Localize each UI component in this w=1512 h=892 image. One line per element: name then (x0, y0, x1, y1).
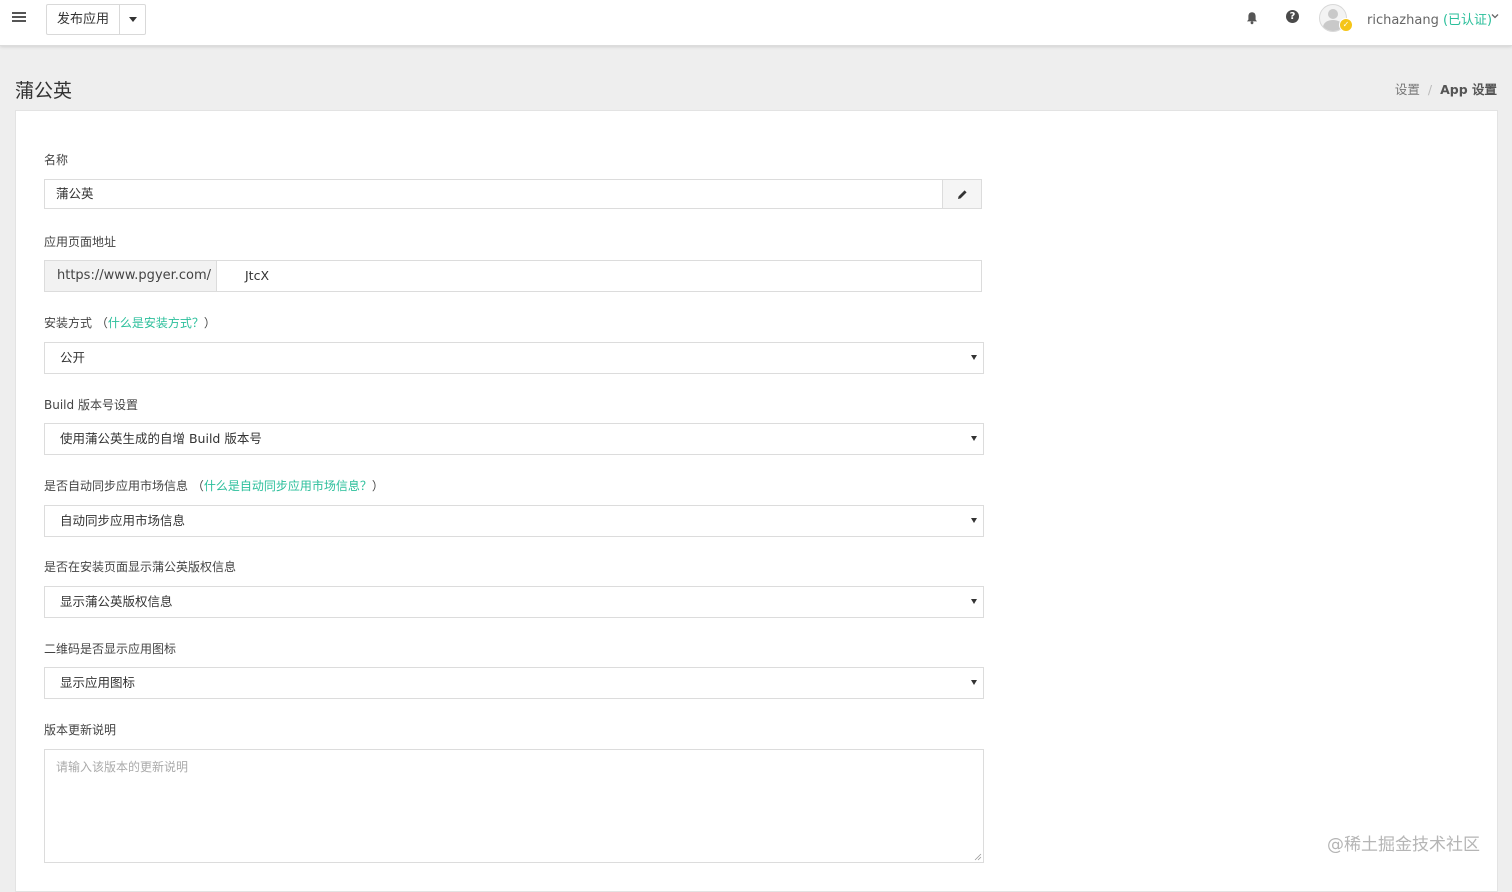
publish-dropdown-toggle[interactable] (119, 5, 145, 34)
name-field[interactable]: 蒲公英 (44, 179, 982, 209)
app-url-field[interactable]: https://www.pgyer.com/ JtcX (44, 260, 982, 292)
build-version-select[interactable]: 使用蒲公英生成的自增 Build 版本号 (44, 423, 984, 455)
verified-status-text: (已认证) (1442, 13, 1493, 28)
page-title: 蒲公英 (15, 80, 73, 102)
build-version-value: 使用蒲公英生成的自增 Build 版本号 (60, 431, 262, 446)
name-value: 蒲公英 (56, 186, 94, 201)
release-notes-placeholder: 请输入该版本的更新说明 (56, 760, 189, 774)
app-url-prefix: https://www.pgyer.com/ (45, 261, 217, 291)
breadcrumb: 设置 / App 设置 (1394, 82, 1497, 97)
app-url-label: 应用页面地址 (44, 235, 117, 249)
name-label: 名称 (44, 153, 69, 167)
app-url-slug: JtcX (245, 268, 270, 283)
chevron-down-icon (971, 518, 977, 523)
install-method-label: 安装方式 （什么是安装方式？） (44, 316, 216, 330)
user-menu[interactable]: richazhang (已认证) (1367, 9, 1492, 28)
build-version-label: Build 版本号设置 (44, 398, 138, 412)
market-sync-value: 自动同步应用市场信息 (60, 513, 186, 528)
chevron-down-icon (971, 355, 977, 360)
caret-down-icon (128, 17, 137, 22)
verified-badge-icon: ✓ (1339, 18, 1353, 32)
publish-app-button-group: 发布应用 (46, 4, 147, 35)
publish-app-button[interactable]: 发布应用 (47, 5, 119, 34)
copyright-select[interactable]: 显示蒲公英版权信息 (44, 586, 984, 618)
hamburger-menu-icon[interactable] (12, 10, 26, 24)
chevron-down-icon (971, 436, 977, 441)
market-sync-label: 是否自动同步应用市场信息 （什么是自动同步应用市场信息？） (44, 479, 384, 493)
install-method-label-text: 安装方式 (44, 316, 93, 330)
qrcode-icon-label: 二维码是否显示应用图标 (44, 642, 177, 656)
breadcrumb-current: App 设置 (1440, 82, 1497, 97)
market-sync-label-text: 是否自动同步应用市场信息 (44, 479, 189, 493)
pencil-icon (957, 189, 967, 199)
market-sync-select[interactable]: 自动同步应用市场信息 (44, 505, 984, 537)
market-sync-help-link[interactable]: 什么是自动同步应用市场信息？ (204, 479, 372, 493)
edit-name-button[interactable] (942, 180, 981, 208)
bell-icon[interactable] (1245, 11, 1259, 25)
watermark: @稀土掘金技术社区 (1327, 835, 1480, 855)
install-method-select[interactable]: 公开 (44, 342, 984, 374)
release-notes-label: 版本更新说明 (44, 723, 117, 737)
release-notes-textarea[interactable]: 请输入该版本的更新说明 (44, 749, 984, 863)
resize-handle-icon[interactable] (974, 853, 982, 861)
chevron-down-icon[interactable] (1491, 12, 1499, 20)
chevron-down-icon (971, 680, 977, 685)
install-method-value: 公开 (60, 350, 86, 365)
copyright-label: 是否在安装页面显示蒲公英版权信息 (44, 560, 237, 574)
username-text: richazhang (1367, 13, 1439, 28)
install-method-help-link[interactable]: 什么是安装方式？ (108, 316, 204, 330)
qrcode-icon-select[interactable]: 显示应用图标 (44, 667, 984, 699)
qrcode-icon-value: 显示应用图标 (60, 675, 136, 690)
copyright-value: 显示蒲公英版权信息 (60, 594, 173, 609)
breadcrumb-settings-link[interactable]: 设置 (1395, 82, 1420, 97)
help-icon[interactable]: ? (1286, 10, 1299, 23)
chevron-down-icon (971, 599, 977, 604)
top-navbar: 发布应用 ? ✓ richazhang (已认证) (0, 0, 1512, 46)
